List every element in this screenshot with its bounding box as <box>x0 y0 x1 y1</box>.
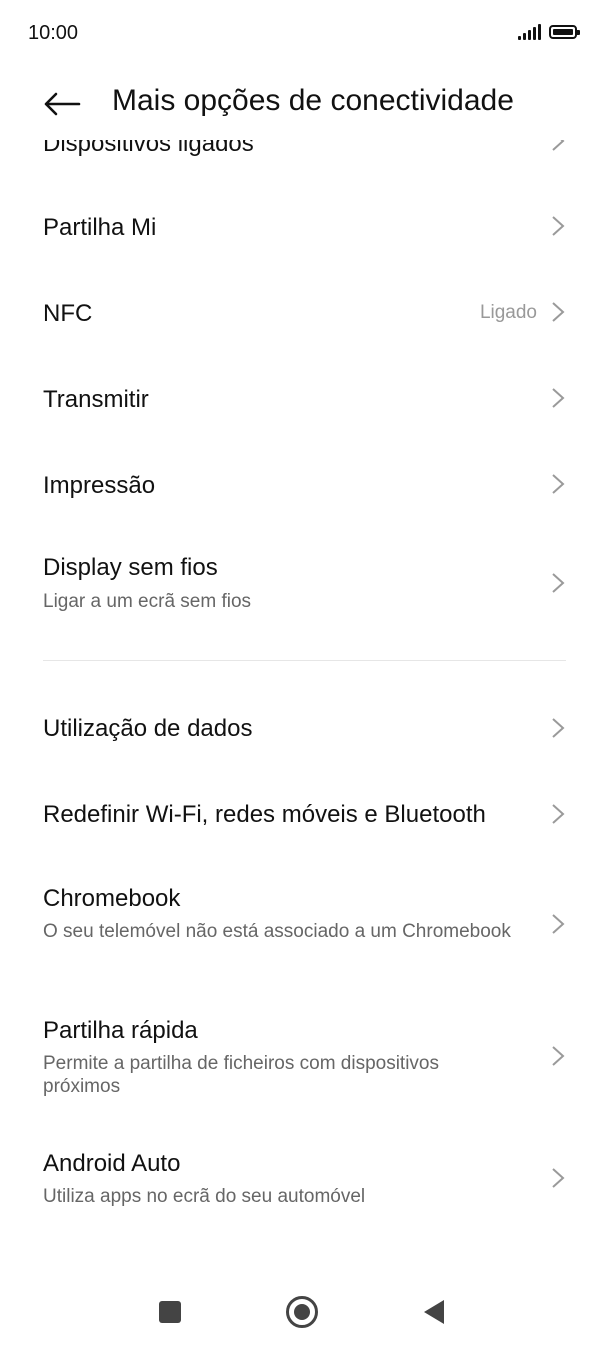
recents-button[interactable] <box>150 1292 190 1332</box>
list-item-title: Display sem fios <box>43 554 218 581</box>
list-item-subtitle: O seu telemóvel não está associado a um … <box>43 921 511 942</box>
list-item-dispositivos-ligados[interactable]: Dispositivos ligados <box>0 140 609 180</box>
list-item-subtitle: Permite a partilha de ficheiros com disp… <box>43 1053 440 1097</box>
list-item-display-sem-fios[interactable]: Display sem fios Ligar a um ecrã sem fio… <box>0 530 609 640</box>
chevron-right-icon <box>552 140 565 151</box>
chevron-right-icon <box>552 804 565 824</box>
list-item-title: Chromebook <box>43 885 181 912</box>
status-icons <box>518 24 580 40</box>
back-button[interactable] <box>40 84 84 124</box>
list-item-partilha-mi[interactable]: Partilha Mi <box>0 186 609 272</box>
list-item-transmitir[interactable]: Transmitir <box>0 358 609 444</box>
home-circle-icon <box>286 1296 318 1328</box>
list-item-title: Impressão <box>43 472 156 499</box>
list-item-chromebook[interactable]: Chromebook O seu telemóvel não está asso… <box>0 870 609 1000</box>
list-item-redefinir-wifi[interactable]: Redefinir Wi-Fi, redes móveis e Bluetoot… <box>0 771 609 857</box>
list-item-title: Android Auto <box>43 1150 181 1177</box>
chevron-right-icon <box>552 302 565 322</box>
list-item-android-auto[interactable]: Android Auto Utiliza apps no ecrã do seu… <box>0 1135 609 1245</box>
chevron-right-icon <box>552 573 565 593</box>
home-button[interactable] <box>282 1292 322 1332</box>
settings-list: Dispositivos ligados Partilha Mi NFC Lig… <box>0 140 609 1270</box>
list-item-partilha-rapida[interactable]: Partilha rápida Permite a partilha de fi… <box>0 1002 609 1132</box>
signal-icon <box>518 24 541 40</box>
status-bar: 10:00 <box>0 0 609 70</box>
list-item-subtitle: Utiliza apps no ecrã do seu automóvel <box>43 1186 366 1207</box>
chevron-right-icon <box>552 718 565 738</box>
chevron-right-icon <box>552 914 565 934</box>
list-item-title: NFC <box>43 300 93 327</box>
chevron-right-icon <box>552 216 565 236</box>
battery-icon <box>549 25 580 39</box>
list-item-utilizacao-de-dados[interactable]: Utilização de dados <box>0 685 609 771</box>
list-item-title: Partilha Mi <box>43 214 157 241</box>
list-item-title: Dispositivos ligados <box>43 140 254 157</box>
list-item-subtitle: Ligar a um ecrã sem fios <box>43 591 252 612</box>
navigation-bar <box>0 1270 609 1354</box>
chevron-right-icon <box>552 474 565 494</box>
chevron-right-icon <box>552 1046 565 1066</box>
list-item-title: Redefinir Wi-Fi, redes móveis e Bluetoot… <box>43 801 486 828</box>
chevron-right-icon <box>552 388 565 408</box>
recents-square-icon <box>159 1301 181 1323</box>
arrow-left-icon <box>44 92 81 116</box>
list-item-title: Partilha rápida <box>43 1017 198 1044</box>
page-title: Mais opções de conectividade <box>112 84 514 117</box>
nfc-status-value: Ligado <box>479 302 537 323</box>
header: Mais opções de conectividade <box>0 70 609 140</box>
back-triangle-icon <box>424 1300 444 1324</box>
list-item-impressao[interactable]: Impressão <box>0 444 609 530</box>
list-item-nfc[interactable]: NFC Ligado <box>0 272 609 358</box>
section-divider <box>43 660 566 661</box>
chevron-right-icon <box>552 1168 565 1188</box>
list-item-title: Transmitir <box>43 386 149 413</box>
back-nav-button[interactable] <box>414 1292 454 1332</box>
status-time: 10:00 <box>28 22 79 44</box>
list-item-title: Utilização de dados <box>43 715 253 742</box>
